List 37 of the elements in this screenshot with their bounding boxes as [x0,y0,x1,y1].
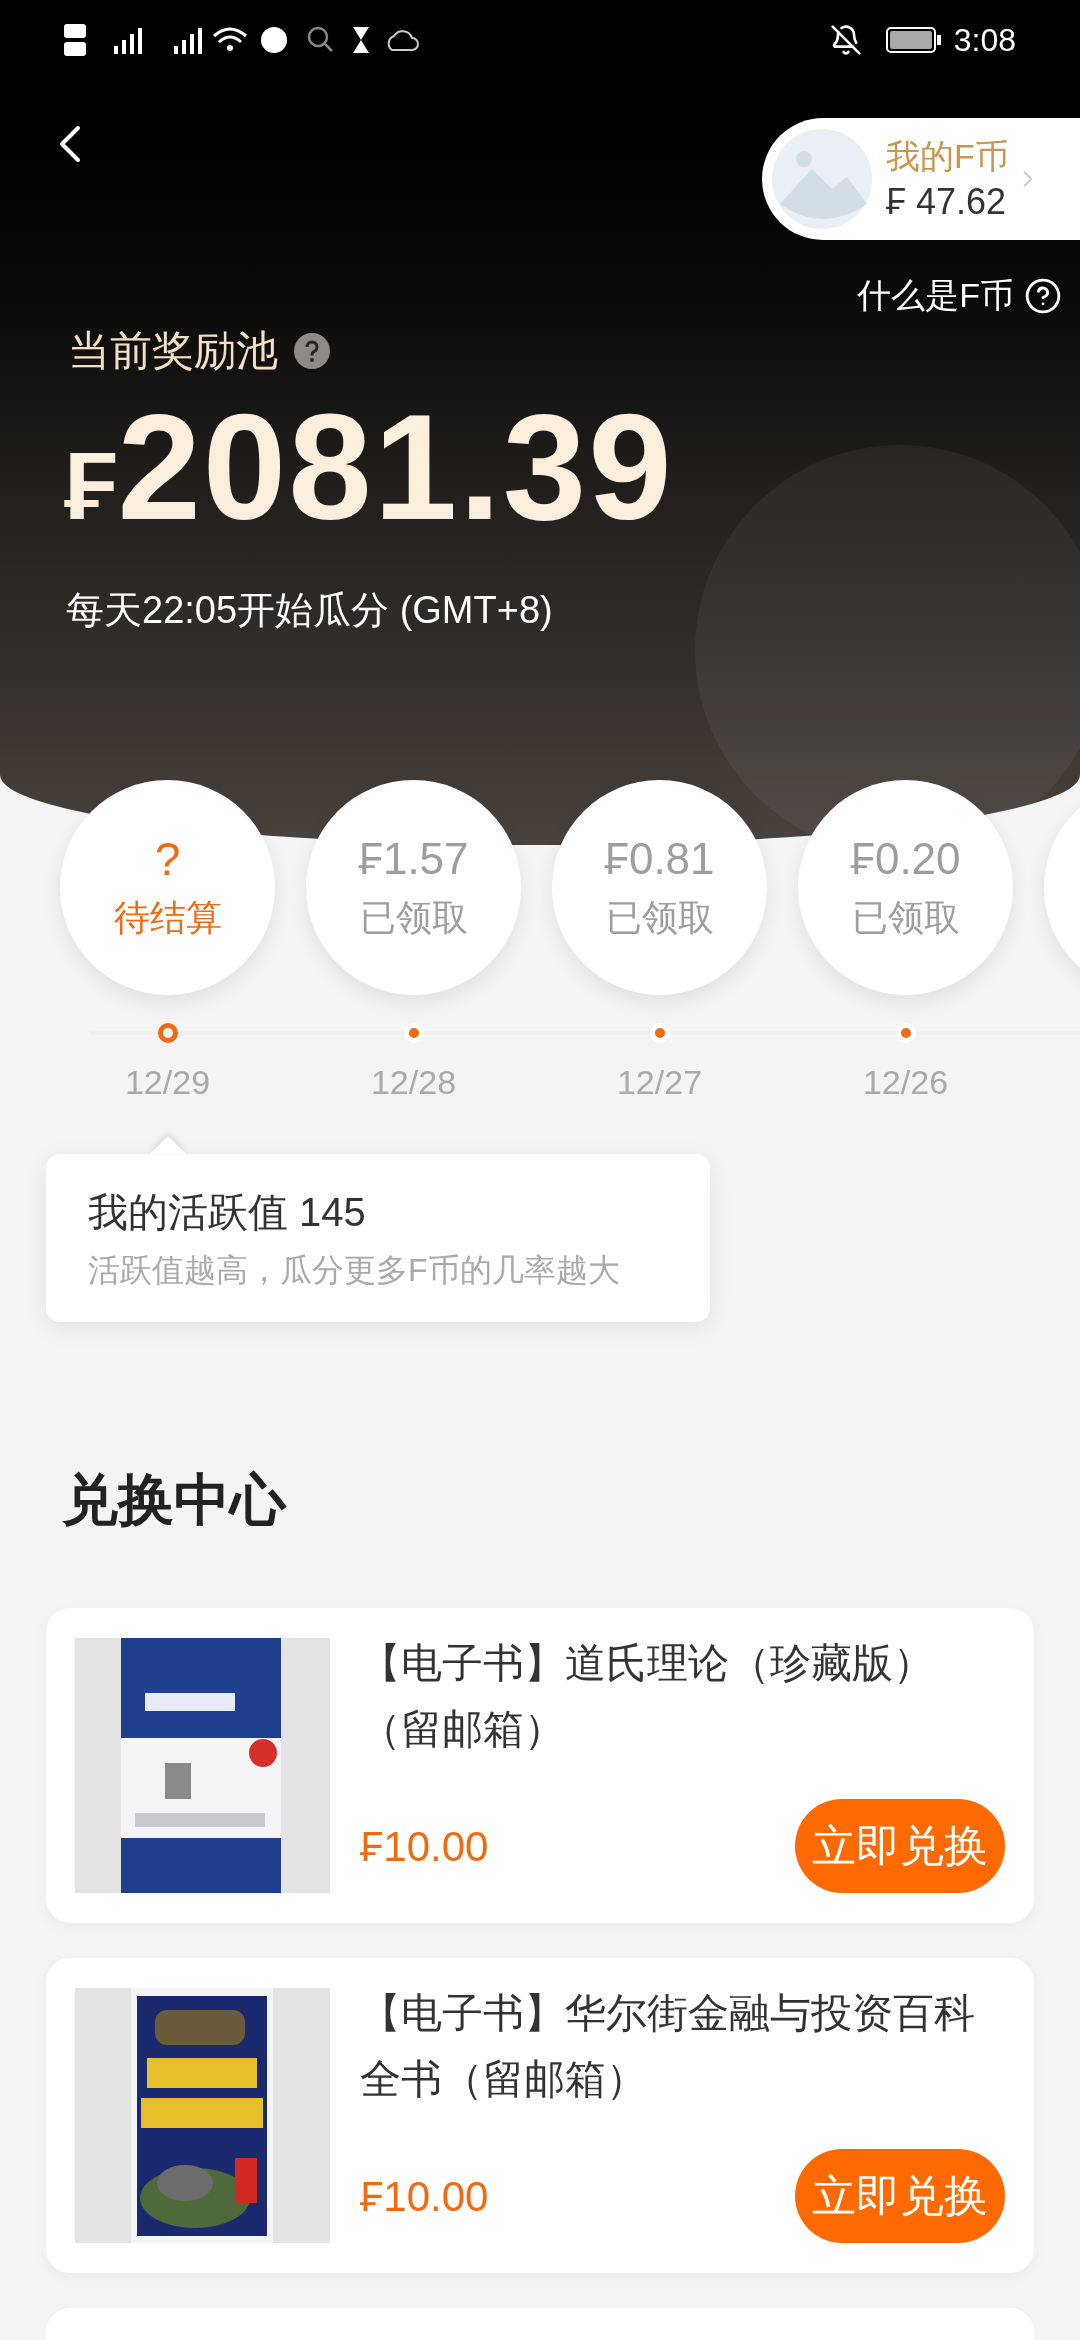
bell-off-icon [829,24,862,56]
product-title: 【电子书】华尔街金融与投资百科全书（留邮箱） [360,1989,976,2104]
help-icon [294,332,330,369]
day-status: 已领取 [359,895,468,940]
redeem-button[interactable]: 立即兑换 [795,1799,1005,1893]
cloud-icon [386,28,420,52]
day-status: 已领取 [605,895,714,940]
reward-amount: ₣0.20 [850,832,961,885]
day-date: 12/28 [370,1062,457,1103]
wallet-amount: ₣ 47.62 [886,180,1007,224]
reward-amount: ₣0.81 [604,832,715,885]
pool-label: 当前奖励池 [68,326,278,376]
battery-icon [885,26,942,54]
activity-title: 我的活跃值 145 [88,1189,367,1236]
hourglass-icon [352,26,370,54]
section-title: 兑换中心 [62,1467,286,1533]
day-date: 12/26 [862,1062,949,1103]
product-card[interactable]: 【电子书】道氏理论（珍藏版）（留邮箱） ₣10.00 立即兑换 [46,1608,1034,1923]
schedule-text: 每天22:05开始瓜分 (GMT+8) [66,588,553,633]
wallet-title: 我的F币 [886,136,1009,177]
day-date: 12/29 [124,1062,211,1103]
reward-amount: ₣1.57 [358,832,469,885]
activity-hint: 活跃值越高，瓜分更多F币的几率越大 [88,1251,621,1290]
product-title: 【电子书】道氏理论（珍藏版）（留邮箱） [360,1639,935,1754]
product-card[interactable]: 【电子书】华尔街金融与投资百科全书（留邮箱） ₣10.00 立即兑换 [46,1958,1034,2273]
day-date: 12/27 [616,1062,703,1103]
day-status: 已领取 [851,895,960,940]
pool-amount: ₣2081.39 [64,392,674,542]
status-time: 3:08 [953,21,1016,60]
help-icon [1024,276,1062,315]
redeem-button[interactable]: 立即兑换 [795,2149,1005,2243]
help-link[interactable]: 什么是F币 [857,270,1062,321]
pending-mark: ? [154,831,181,887]
product-price: ₣10.00 [360,1821,489,1872]
day-status: 待结算 [113,895,222,940]
wallet-badge[interactable]: 我的F币 ₣ 47.62 [762,118,1080,240]
product-price: ₣10.00 [360,2171,489,2222]
